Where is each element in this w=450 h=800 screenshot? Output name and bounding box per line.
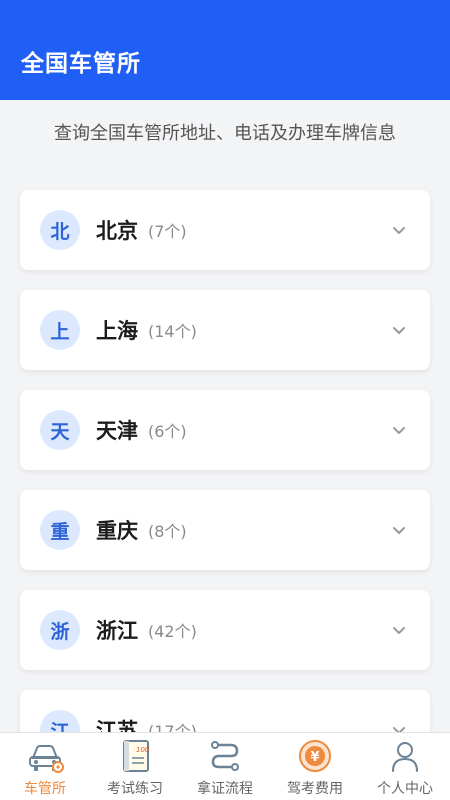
province-name: 天津: [96, 419, 138, 443]
tab-license-process[interactable]: 拿证流程: [180, 733, 270, 800]
chevron-down-icon[interactable]: [390, 221, 408, 239]
tab-label: 驾考费用: [287, 781, 343, 797]
province-name: 北京: [96, 219, 138, 243]
province-card-chongqing[interactable]: 重 重庆 (8个): [20, 490, 430, 570]
province-card-zhejiang[interactable]: 浙 浙江 (42个): [20, 590, 430, 670]
chevron-down-icon[interactable]: [390, 421, 408, 439]
tab-exam-fees[interactable]: ¥ 驾考费用: [270, 733, 360, 800]
province-card-tianjin[interactable]: 天 天津 (6个): [20, 390, 430, 470]
app-screen: 全国车管所 查询全国车管所地址、电话及办理车牌信息 北 北京 (7个) 上 上海…: [0, 0, 450, 800]
exam-book-icon: 100: [123, 740, 150, 772]
chevron-down-icon[interactable]: [390, 321, 408, 339]
province-card-shanghai[interactable]: 上 上海 (14个): [20, 290, 430, 370]
tab-label: 考试练习: [107, 781, 163, 797]
page-subtitle: 查询全国车管所地址、电话及办理车牌信息: [54, 123, 396, 144]
tab-label: 拿证流程: [197, 781, 253, 797]
province-badge: 重: [40, 510, 80, 550]
page-title: 全国车管所: [21, 51, 141, 77]
tab-label: 车管所: [24, 781, 66, 797]
province-name: 重庆: [96, 519, 138, 543]
user-icon: [392, 742, 418, 772]
office-count: (42个): [148, 622, 197, 641]
header-bar: 全国车管所: [0, 0, 450, 100]
office-count: (7个): [148, 222, 187, 241]
province-list: 北 北京 (7个) 上 上海 (14个) 天 天津 (6个) 重 重庆 (8个)…: [20, 190, 430, 790]
svg-text:100: 100: [136, 746, 150, 754]
chevron-down-icon[interactable]: [390, 521, 408, 539]
office-count: (6个): [148, 422, 187, 441]
route-icon: [211, 741, 239, 771]
chevron-down-icon[interactable]: [390, 621, 408, 639]
province-badge: 浙: [40, 610, 80, 650]
svg-text:¥: ¥: [310, 750, 319, 765]
province-name: 上海: [96, 319, 138, 343]
tab-user-center[interactable]: 个人中心: [360, 733, 450, 800]
province-badge: 北: [40, 210, 80, 250]
yuan-coin-icon: ¥: [299, 740, 331, 772]
office-count: (14个): [148, 322, 197, 341]
car-icon: [29, 745, 64, 773]
province-card-beijing[interactable]: 北 北京 (7个): [20, 190, 430, 270]
tab-exam-practice[interactable]: 100 考试练习: [90, 733, 180, 800]
tab-vehicle-office[interactable]: 车管所: [0, 733, 90, 800]
office-count: (8个): [148, 522, 187, 541]
province-name: 浙江: [96, 619, 138, 643]
province-badge: 天: [40, 410, 80, 450]
bottom-tab-bar: 车管所 100 考试练习 拿证流程 ¥ 驾考费用 个人中心: [0, 732, 450, 800]
tab-label: 个人中心: [377, 781, 433, 797]
province-badge: 上: [40, 310, 80, 350]
